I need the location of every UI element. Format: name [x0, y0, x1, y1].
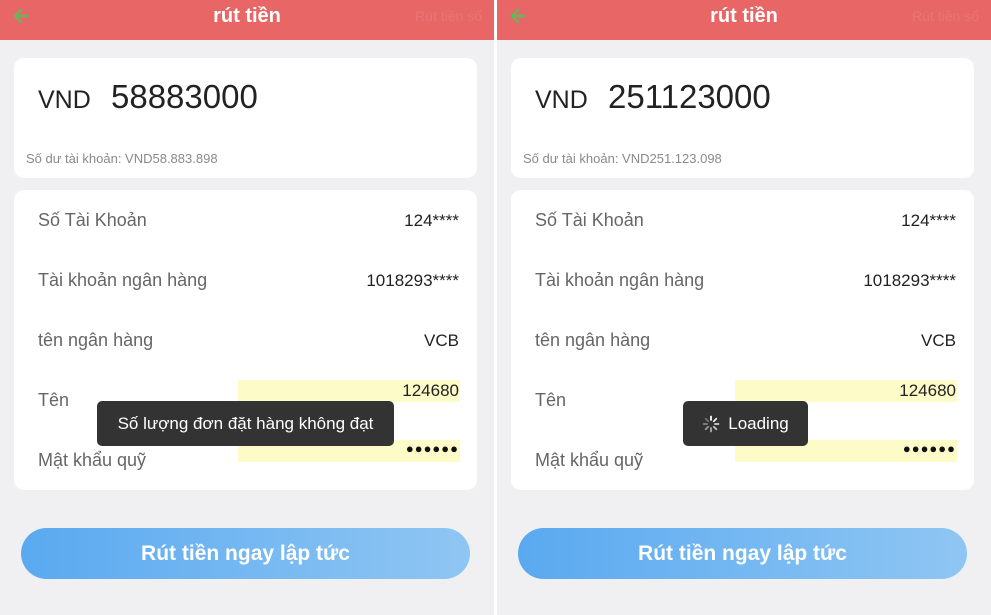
row-value: 1018293****: [366, 271, 459, 290]
row-label: Mật khẩu quỹ: [38, 450, 147, 470]
currency-label: VND: [38, 86, 91, 114]
amount-input[interactable]: [111, 78, 431, 116]
row-value: 124****: [404, 211, 459, 230]
error-toast: Số lượng đơn đặt hàng không đạt: [97, 401, 394, 446]
row-bank-name: tên ngân hàng VCB: [511, 310, 974, 370]
name-input[interactable]: [734, 380, 956, 402]
row-account-number: Số Tài Khoản 124****: [511, 190, 974, 250]
amount-input[interactable]: [608, 78, 928, 116]
row-bank-name: tên ngân hàng VCB: [14, 310, 477, 370]
row-bank-account: Tài khoản ngân hàng 1018293****: [511, 250, 974, 310]
spinner-icon: [702, 415, 720, 432]
row-label: tên ngân hàng: [38, 330, 154, 350]
currency-label: VND: [535, 86, 588, 114]
amount-card: VND Số dư tài khoản: VND251.123.098: [511, 58, 974, 178]
row-label: Số Tài Khoản: [535, 210, 644, 230]
row-bank-account: Tài khoản ngân hàng 1018293****: [14, 250, 477, 310]
account-balance: Số dư tài khoản: VND58.883.898: [26, 151, 218, 166]
withdraw-now-button[interactable]: Rút tiền ngay lập tức: [518, 528, 967, 579]
row-label: tên ngân hàng: [535, 330, 651, 350]
screen-right: rút tiền Rút tiền sổ VND Số dư tài khoản…: [497, 0, 991, 615]
history-link[interactable]: Rút tiền sổ: [912, 8, 979, 24]
row-label: Tài khoản ngân hàng: [535, 270, 705, 290]
screen-left: rút tiền Rút tiền sổ VND Số dư tài khoản…: [0, 0, 494, 615]
header-bar: rút tiền Rút tiền sổ: [0, 0, 494, 40]
account-balance: Số dư tài khoản: VND251.123.098: [523, 151, 722, 166]
row-label: Mật khẩu quỹ: [535, 450, 644, 470]
fund-password-input[interactable]: ●●●●●●: [406, 441, 459, 456]
row-label: Tên: [38, 390, 70, 410]
amount-card: VND Số dư tài khoản: VND58.883.898: [14, 58, 477, 178]
name-input[interactable]: [237, 380, 459, 402]
loading-text: Loading: [728, 413, 789, 433]
row-value: 124****: [901, 211, 956, 230]
loading-toast: Loading: [683, 401, 808, 446]
history-link[interactable]: Rút tiền sổ: [415, 8, 482, 24]
row-label: Số Tài Khoản: [38, 210, 147, 230]
row-label: Tài khoản ngân hàng: [38, 270, 208, 290]
row-label: Tên: [535, 390, 567, 410]
row-value: VCB: [921, 331, 956, 350]
fund-password-input[interactable]: ●●●●●●: [903, 441, 956, 456]
row-value: VCB: [424, 331, 459, 350]
row-value: 1018293****: [863, 271, 956, 290]
header-bar: rút tiền Rút tiền sổ: [497, 0, 991, 40]
row-account-number: Số Tài Khoản 124****: [14, 190, 477, 250]
withdraw-now-button[interactable]: Rút tiền ngay lập tức: [21, 528, 470, 579]
